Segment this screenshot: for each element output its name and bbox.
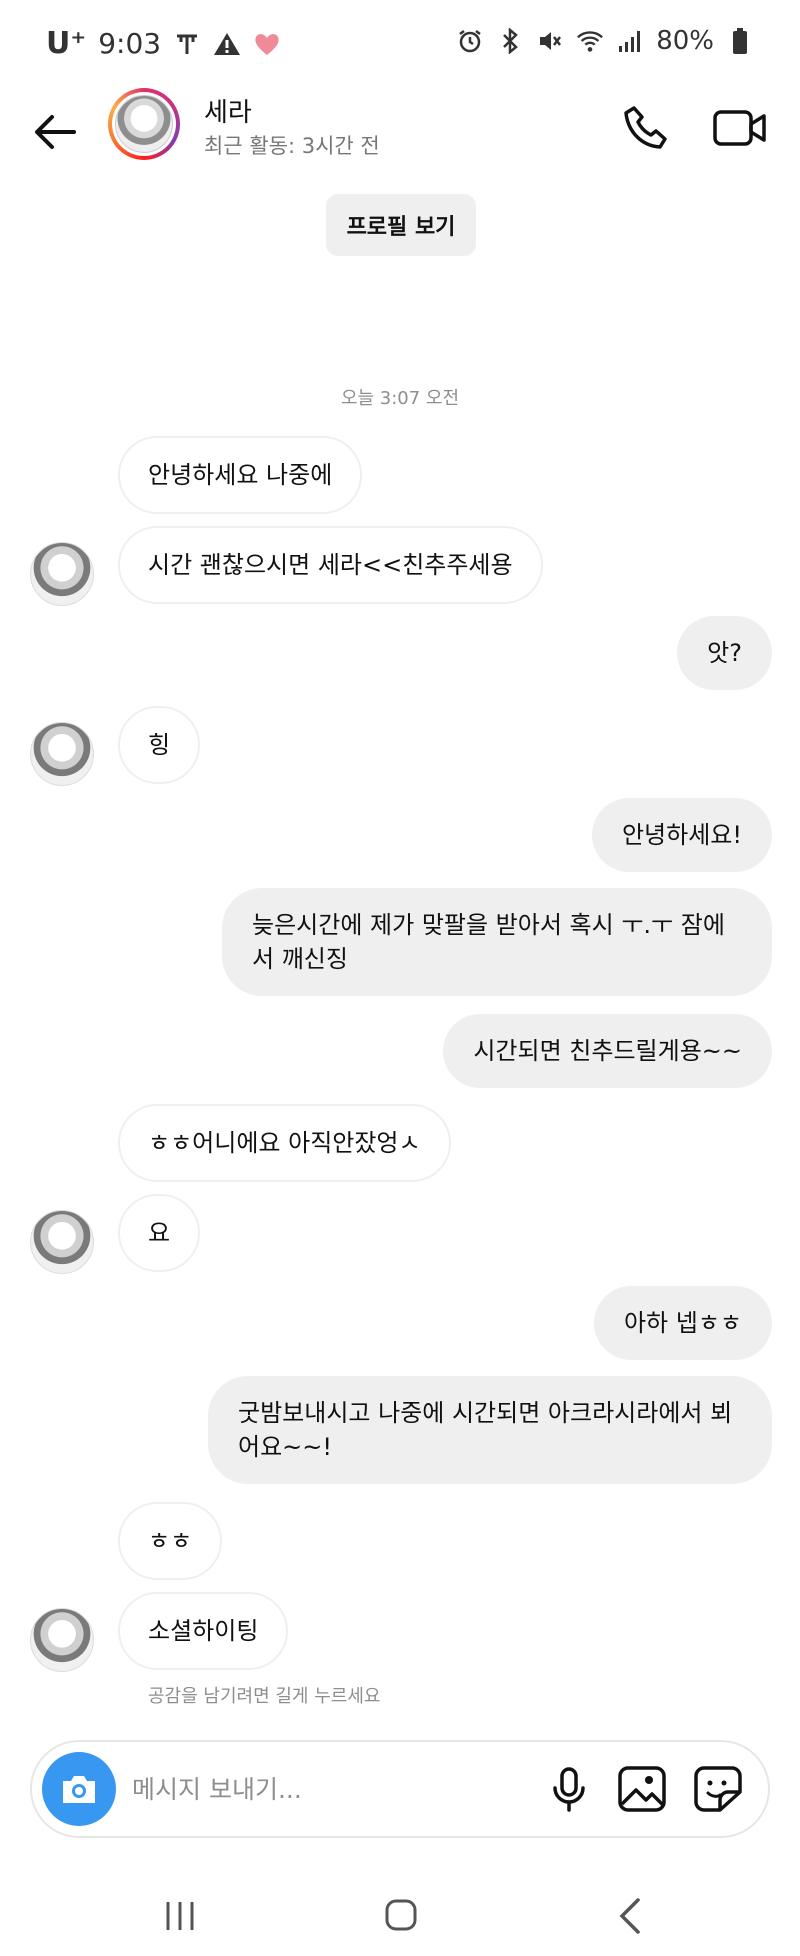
warning-icon	[213, 30, 241, 58]
back-arrow-icon	[35, 115, 76, 149]
recent-apps-icon	[166, 1902, 194, 1930]
sender-avatar[interactable]	[30, 1608, 94, 1672]
message-outgoing[interactable]: 늦은시간에 제가 맞팔을 받아서 혹시 ㅜ.ㅜ 잠에서 깨신징	[222, 888, 772, 996]
video-call-button[interactable]	[712, 102, 768, 154]
microphone-icon	[553, 1767, 585, 1812]
heart-icon	[253, 30, 281, 58]
camera-button[interactable]	[42, 1752, 116, 1826]
sticker-button[interactable]	[692, 1764, 744, 1814]
gallery-button[interactable]	[616, 1764, 668, 1814]
message-outgoing[interactable]: 아하 넵ㅎㅎ	[593, 1286, 772, 1360]
carrier-label: U⁺	[46, 26, 87, 61]
recent-apps-button[interactable]	[160, 1900, 200, 1932]
contact-avatar[interactable]	[108, 88, 180, 160]
message-incoming[interactable]: ㅎㅎ	[118, 1502, 223, 1580]
signal-icon	[616, 27, 644, 55]
mute-icon	[536, 27, 564, 55]
reaction-hint: 공감을 남기려면 길게 누르세요	[148, 1686, 381, 1707]
bluetooth-icon	[496, 27, 524, 55]
message-outgoing[interactable]: 시간되면 친추드릴게용~~	[443, 1014, 772, 1088]
sender-avatar[interactable]	[30, 722, 94, 786]
home-button[interactable]	[384, 1898, 418, 1932]
camera-icon	[63, 1776, 95, 1803]
status-bar: U⁺ 9:03 80%	[0, 0, 800, 84]
video-camera-icon	[713, 110, 766, 146]
gallery-icon	[618, 1766, 666, 1812]
message-incoming[interactable]: ㅎㅎ어니에요 아직안잤엉ㅅ	[118, 1104, 451, 1182]
voice-message-button[interactable]	[544, 1764, 594, 1814]
status-bar-left: U⁺ 9:03	[46, 26, 281, 61]
system-navigation-bar	[0, 1876, 800, 1956]
nav-back-icon	[619, 1898, 640, 1934]
alarm-icon	[456, 27, 484, 55]
message-outgoing[interactable]: 굿밤보내시고 나중에 시간되면 아크라시라에서 뵈어요~~!	[208, 1376, 772, 1484]
battery-icon	[726, 27, 754, 55]
message-input[interactable]	[132, 1766, 532, 1812]
view-profile-button[interactable]: 프로필 보기	[326, 194, 476, 256]
home-icon	[385, 1899, 417, 1931]
sender-avatar[interactable]	[30, 1210, 94, 1274]
message-incoming[interactable]: 시간 괜찮으시면 세라<<친추주세용	[118, 526, 543, 604]
avatar-image	[115, 95, 173, 153]
chat-header: 세라 최근 활동: 3시간 전	[0, 84, 800, 196]
t-app-icon	[173, 30, 201, 58]
wifi-icon	[576, 27, 604, 55]
battery-percent: 80%	[656, 26, 714, 56]
last-active-status: 최근 활동: 3시간 전	[204, 134, 380, 158]
conversation-timestamp: 오늘 3:07 오전	[340, 388, 460, 409]
message-outgoing[interactable]: 안녕하세요!	[591, 798, 772, 872]
sender-avatar[interactable]	[30, 542, 94, 606]
phone-icon	[624, 106, 667, 149]
voice-call-button[interactable]	[620, 102, 672, 154]
message-incoming[interactable]: 안녕하세요 나중에	[118, 436, 363, 514]
message-outgoing[interactable]: 앗?	[677, 616, 772, 690]
message-incoming[interactable]: 요	[118, 1194, 201, 1272]
contact-name[interactable]: 세라	[204, 92, 252, 129]
status-bar-right: 80%	[456, 26, 754, 56]
message-incoming[interactable]: 소셜하이팅	[118, 1592, 289, 1670]
clock: 9:03	[98, 27, 162, 60]
back-button[interactable]	[30, 106, 82, 158]
message-incoming[interactable]: 힝	[118, 706, 201, 784]
sticker-icon	[694, 1766, 742, 1812]
system-back-button[interactable]	[614, 1896, 644, 1936]
message-composer	[30, 1740, 770, 1838]
